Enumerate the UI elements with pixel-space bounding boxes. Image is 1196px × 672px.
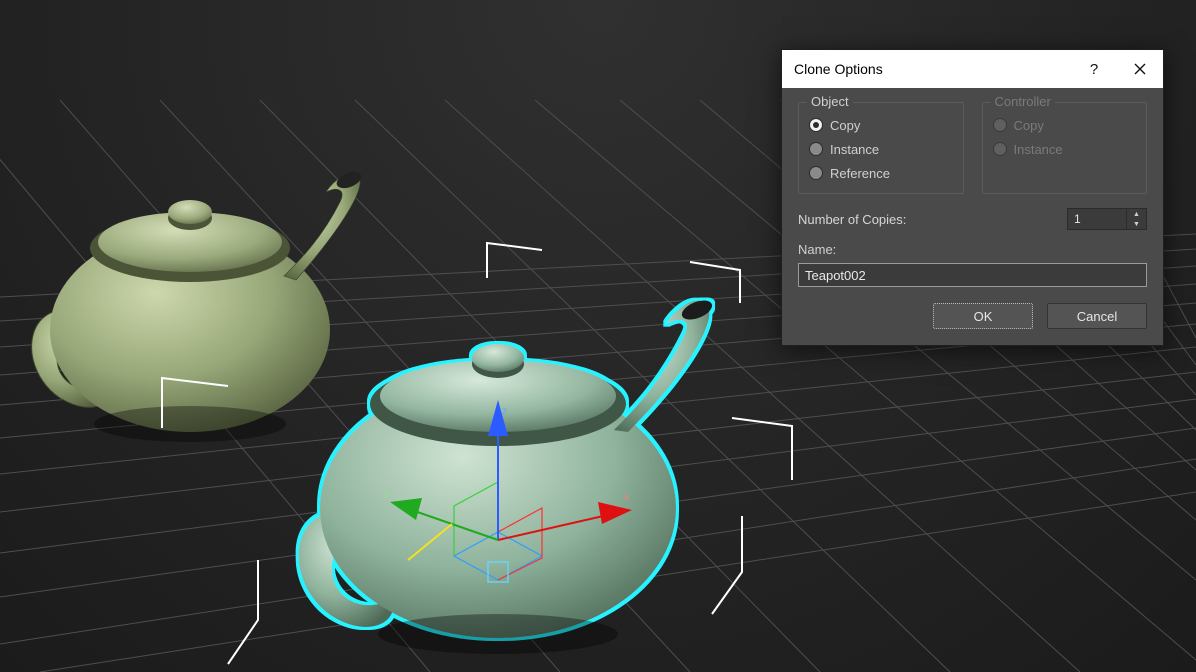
name-row: Name: <box>798 242 1147 287</box>
object-group: Object Copy Instance Reference <box>798 102 964 194</box>
object-group-legend: Object <box>807 94 853 109</box>
axis-label-y: y <box>384 488 389 499</box>
copies-spinner[interactable]: ▲ ▼ <box>1067 208 1147 230</box>
radio-label: Copy <box>1014 118 1044 133</box>
controller-group: Controller Copy Instance <box>982 102 1148 194</box>
radio-object-reference[interactable]: Reference <box>809 161 953 185</box>
name-label: Name: <box>798 242 1147 257</box>
radio-icon <box>993 118 1007 132</box>
radio-object-copy[interactable]: Copy <box>809 113 953 137</box>
help-button[interactable]: ? <box>1071 50 1117 88</box>
clone-options-dialog: Clone Options ? Object Copy Instance <box>781 49 1164 346</box>
radio-icon <box>809 142 823 156</box>
radio-label: Copy <box>830 118 860 133</box>
radio-object-instance[interactable]: Instance <box>809 137 953 161</box>
dialog-titlebar[interactable]: Clone Options ? <box>782 50 1163 88</box>
axis-label-x: x <box>624 492 629 503</box>
controller-group-legend: Controller <box>991 94 1055 109</box>
spinner-up-icon[interactable]: ▲ <box>1127 209 1146 219</box>
radio-icon <box>993 142 1007 156</box>
gizmo-screen-plane[interactable] <box>488 562 508 582</box>
radio-label: Reference <box>830 166 890 181</box>
gizmo-axis-z[interactable]: z <box>488 400 508 540</box>
ok-button[interactable]: OK <box>933 303 1033 329</box>
close-icon <box>1134 63 1146 75</box>
radio-icon <box>809 118 823 132</box>
close-button[interactable] <box>1117 50 1163 88</box>
cancel-button[interactable]: Cancel <box>1047 303 1147 329</box>
radio-controller-copy: Copy <box>993 113 1137 137</box>
gizmo-axis-y[interactable]: y <box>384 488 498 560</box>
copies-input[interactable] <box>1068 209 1126 229</box>
radio-label: Instance <box>1014 142 1063 157</box>
ok-label: OK <box>974 309 993 324</box>
radio-label: Instance <box>830 142 879 157</box>
name-input[interactable] <box>798 263 1147 287</box>
copies-label: Number of Copies: <box>798 212 1067 227</box>
copies-row: Number of Copies: ▲ ▼ <box>798 208 1147 230</box>
spinner-down-icon[interactable]: ▼ <box>1127 219 1146 229</box>
gizmo-axis-x[interactable]: x <box>498 492 632 540</box>
dialog-title: Clone Options <box>794 61 1071 77</box>
axis-label-z: z <box>502 406 507 417</box>
radio-icon <box>809 166 823 180</box>
radio-controller-instance: Instance <box>993 137 1137 161</box>
cancel-label: Cancel <box>1077 309 1117 324</box>
